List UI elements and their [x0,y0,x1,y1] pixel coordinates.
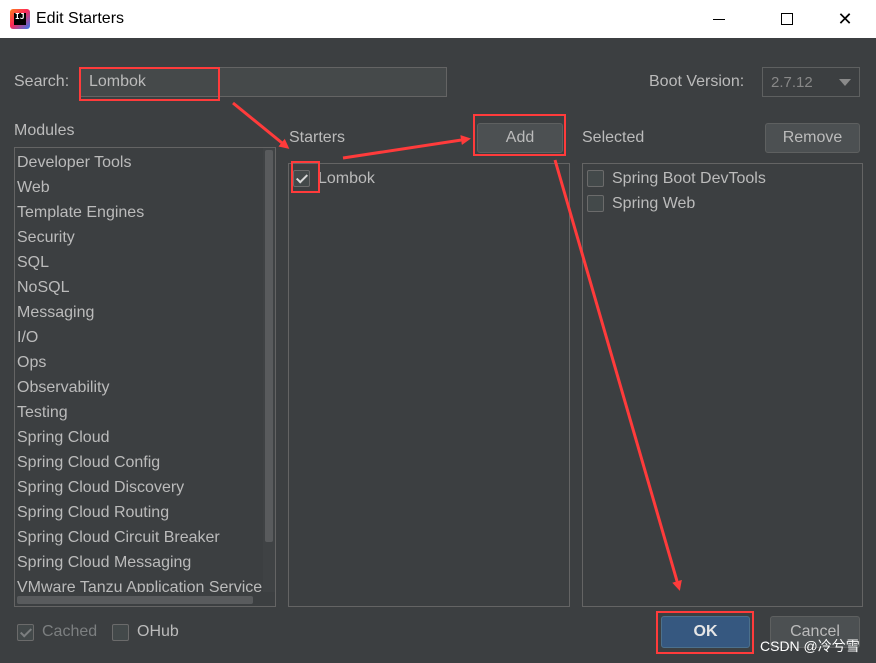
scrollbar-thumb[interactable] [17,596,253,604]
devtools-checkbox[interactable] [587,170,604,187]
module-item[interactable]: Template Engines [15,200,275,225]
boot-version-select[interactable]: 2.7.12 [762,67,860,97]
module-item[interactable]: Spring Cloud Routing [15,500,275,525]
maximize-button[interactable] [764,0,810,38]
module-item[interactable]: I/O [15,325,275,350]
module-item[interactable]: Ops [15,350,275,375]
module-item[interactable]: Web [15,175,275,200]
selected-item-web[interactable]: Spring Web [587,191,695,216]
module-item[interactable]: Testing [15,400,275,425]
cached-option: Cached [17,623,97,641]
title-bar: IJ Edit Starters ✕ [0,0,876,38]
module-item[interactable]: Spring Cloud [15,425,275,450]
module-item[interactable]: Security [15,225,275,250]
cached-label: Cached [42,623,98,640]
selected-label: Selected [582,129,645,146]
starter-item-label: Lombok [318,169,375,187]
lombok-checkbox[interactable] [293,170,310,187]
starter-item-lombok[interactable]: Lombok [293,166,375,191]
module-item[interactable]: SQL [15,250,275,275]
close-button[interactable]: ✕ [822,0,868,38]
window-title: Edit Starters [36,10,125,27]
minimize-button[interactable] [696,0,742,38]
remove-button[interactable]: Remove [765,123,860,153]
module-item[interactable]: Spring Cloud Discovery [15,475,275,500]
minimize-icon [713,18,725,20]
module-item[interactable]: Spring Cloud Config [15,450,275,475]
selected-list[interactable]: Spring Boot DevTools Spring Web [582,163,863,607]
selected-item-devtools[interactable]: Spring Boot DevTools [587,166,766,191]
watermark: CSDN @冷兮雪 [760,638,860,654]
cached-checkbox [17,623,34,641]
modules-label: Modules [14,122,75,139]
vertical-scrollbar[interactable] [263,148,275,606]
add-button[interactable]: Add [477,123,563,153]
ohub-label: OHub [137,623,179,640]
module-item[interactable]: Spring Cloud Circuit Breaker [15,525,275,550]
selected-item-label: Spring Web [612,194,696,212]
module-item[interactable]: Messaging [15,300,275,325]
ohub-option[interactable]: OHub [112,623,179,641]
arrow-search-to-starter [232,101,290,149]
module-item[interactable]: Spring Cloud Messaging [15,550,275,575]
starters-list[interactable]: Lombok [288,163,570,607]
maximize-icon [781,13,793,25]
arrow-starter-to-add [342,135,471,160]
boot-version-value: 2.7.12 [771,74,813,91]
web-checkbox[interactable] [587,195,604,212]
scrollbar-thumb[interactable] [265,150,273,542]
selected-item-label: Spring Boot DevTools [612,169,766,187]
boot-version-label: Boot Version: [649,73,745,90]
intellij-icon: IJ [10,9,30,29]
module-item[interactable]: NoSQL [15,275,275,300]
ohub-checkbox[interactable] [112,623,129,641]
module-item[interactable]: Developer Tools [15,150,275,175]
close-icon: ✕ [837,8,853,29]
module-item[interactable]: Observability [15,375,275,400]
chevron-down-icon [839,79,851,86]
starters-label: Starters [289,129,346,146]
search-input[interactable]: Lombok [80,67,447,97]
ok-button[interactable]: OK [661,616,750,648]
search-label: Search: [14,73,70,90]
modules-list[interactable]: Developer Tools Web Template Engines Securi… [14,147,276,607]
horizontal-scrollbar[interactable] [15,592,275,606]
